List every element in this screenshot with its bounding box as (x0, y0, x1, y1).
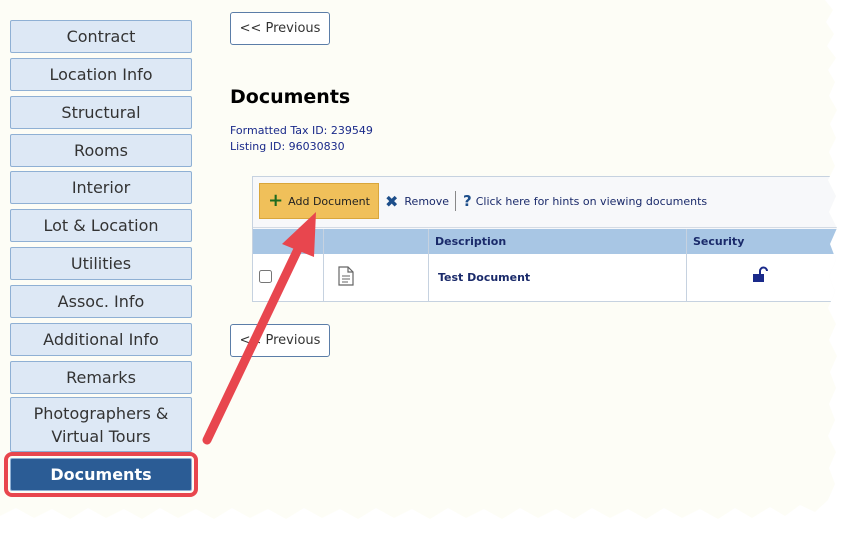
sidebar-item-label: Photographers & Virtual Tours (33, 403, 169, 446)
document-description[interactable]: Test Document (438, 271, 530, 284)
column-divider (428, 254, 429, 301)
previous-label: << Previous (239, 333, 321, 348)
table-header: Description Security (253, 229, 837, 254)
toolbar-divider (455, 191, 456, 211)
sidebar-item-location-info[interactable]: Location Info (10, 58, 192, 91)
page-background: Contract Location Info Structural Rooms … (0, 0, 837, 519)
page-title: Documents (230, 86, 351, 108)
sidebar-item-rooms[interactable]: Rooms (10, 134, 192, 167)
sidebar-item-photographers[interactable]: Photographers & Virtual Tours (10, 397, 192, 452)
sidebar-item-label: Contract (66, 27, 136, 46)
sidebar-item-lot-location[interactable]: Lot & Location (10, 209, 192, 242)
row-checkbox[interactable] (259, 270, 272, 283)
column-divider (323, 254, 324, 301)
listing-id: Listing ID: 96030830 (230, 140, 345, 153)
documents-panel: + Add Document ✖ Remove ? Click here for… (252, 176, 837, 302)
sidebar-item-documents[interactable]: Documents (4, 452, 198, 497)
column-divider (428, 229, 429, 254)
column-divider (686, 254, 687, 301)
hints-label: Click here for hints on viewing document… (475, 194, 708, 208)
document-icon[interactable] (338, 266, 354, 289)
remove-label: Remove (404, 194, 450, 208)
sidebar-item-utilities[interactable]: Utilities (10, 247, 192, 280)
sidebar-item-label: Location Info (49, 65, 153, 84)
sidebar-item-label: Assoc. Info (57, 292, 145, 311)
previous-label: << Previous (239, 21, 321, 36)
sidebar-item-structural[interactable]: Structural (10, 96, 192, 129)
remove-button[interactable]: ✖ Remove (385, 183, 449, 219)
sidebar-item-assoc-info[interactable]: Assoc. Info (10, 285, 192, 318)
help-icon: ? (463, 192, 472, 210)
close-icon: ✖ (385, 191, 399, 211)
sidebar-item-label: Documents (50, 465, 152, 484)
unlock-icon[interactable] (751, 266, 769, 287)
sidebar-item-label: Additional Info (43, 330, 159, 349)
column-header-security[interactable]: Security (693, 235, 744, 248)
table-row[interactable]: Test Document (253, 254, 837, 301)
add-document-label: Add Document (288, 194, 370, 208)
sidebar-item-label: Rooms (74, 141, 128, 160)
column-divider (686, 229, 687, 254)
sidebar-item-label: Remarks (66, 368, 136, 387)
sidebar-item-label: Interior (71, 178, 131, 197)
plus-icon: + (268, 190, 284, 211)
add-document-button[interactable]: + Add Document (259, 183, 379, 219)
column-header-description[interactable]: Description (435, 235, 506, 248)
tax-id: Formatted Tax ID: 239549 (230, 124, 373, 137)
sidebar-item-remarks[interactable]: Remarks (10, 361, 192, 394)
sidebar-item-label: Utilities (70, 254, 132, 273)
sidebar-item-label: Structural (61, 103, 141, 122)
previous-button-top[interactable]: << Previous (230, 12, 330, 45)
hints-link[interactable]: ? Click here for hints on viewing docume… (463, 183, 707, 219)
documents-toolbar: + Add Document ✖ Remove ? Click here for… (253, 177, 837, 228)
sidebar-item-interior[interactable]: Interior (10, 171, 192, 204)
previous-button-bottom[interactable]: << Previous (230, 324, 330, 357)
sidebar-item-additional-info[interactable]: Additional Info (10, 323, 192, 356)
sidebar-item-label: Lot & Location (43, 216, 159, 235)
column-divider (323, 229, 324, 254)
sidebar-item-contract[interactable]: Contract (10, 20, 192, 53)
